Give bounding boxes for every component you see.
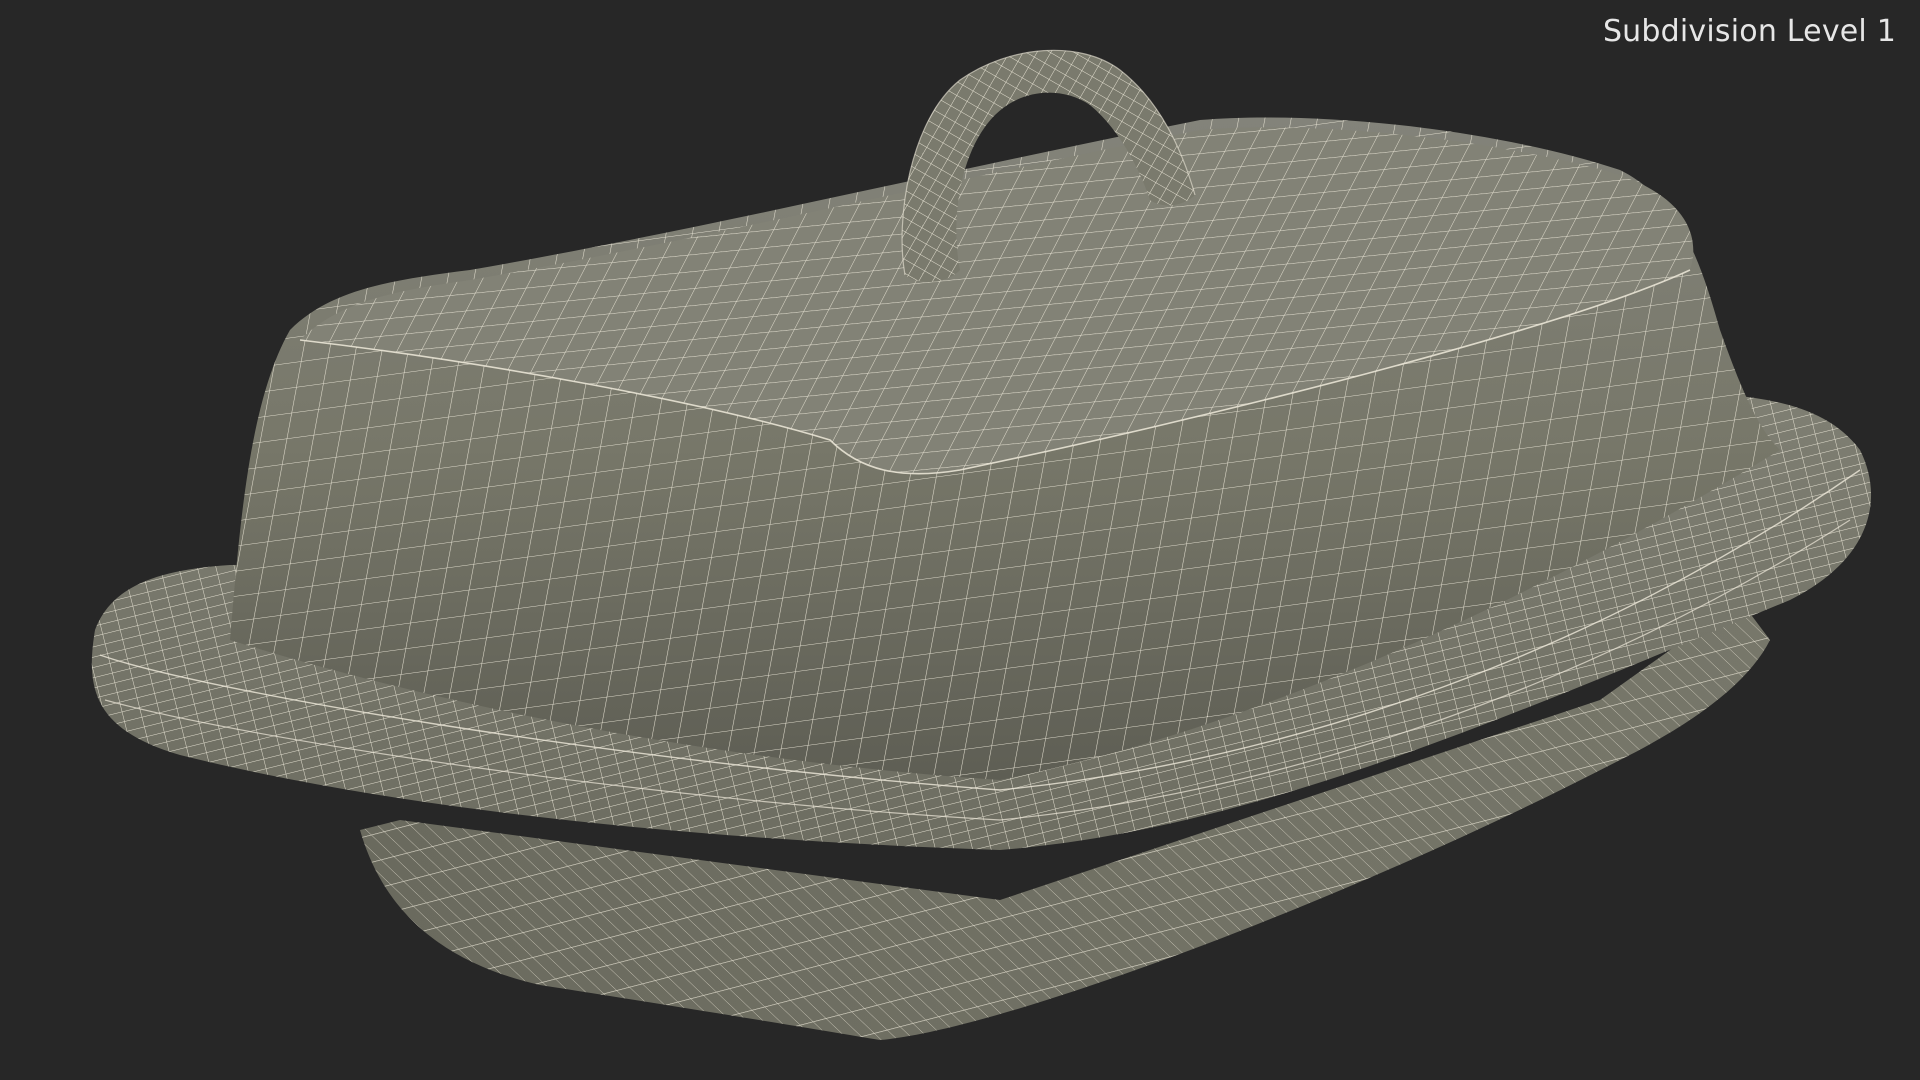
subdivision-level-label: Subdivision Level 1 <box>1602 14 1896 49</box>
3d-viewport[interactable]: Subdivision Level 1 <box>0 0 1920 1080</box>
butter-dish-wireframe-render <box>91 49 1872 1040</box>
